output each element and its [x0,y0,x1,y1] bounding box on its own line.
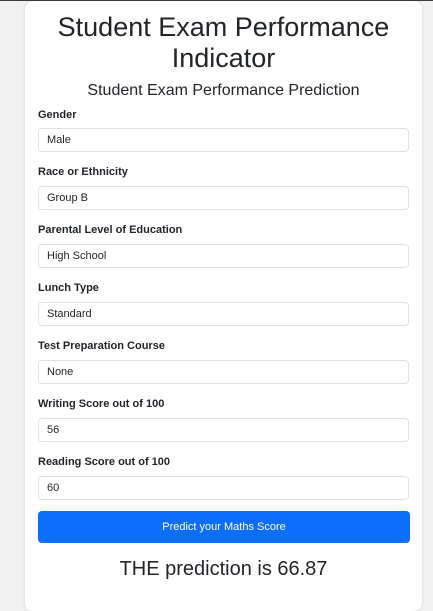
page-title: Student Exam Performance Indicator [25,12,422,74]
race-ethnicity-label: Race or Ethnicity [38,166,128,178]
lunch-type-select[interactable]: Standard [38,302,409,326]
writing-score-input[interactable]: 56 [38,418,409,442]
page-title-line-1: Student Exam Performance [57,12,390,42]
form-subtitle: Student Exam Performance Prediction [87,82,360,99]
reading-score-label: Reading Score out of 100 [38,456,171,468]
parental-education-label: Parental Level of Education [38,224,183,236]
reading-score-input[interactable]: 60 [38,476,409,500]
prediction-result: THE prediction is 66.87 [119,558,328,580]
parental-education-select[interactable]: High School [38,244,409,268]
writing-score-label: Writing Score out of 100 [38,398,165,410]
page-title-line-2: Indicator [171,43,276,73]
prediction-form-card: Student Exam Performance Indicator Stude… [25,1,422,611]
lunch-type-label: Lunch Type [38,282,99,294]
test-preparation-select[interactable]: None [38,360,409,384]
predict-button[interactable]: Predict your Maths Score [38,511,410,543]
gender-select[interactable]: Male [38,128,409,152]
test-preparation-label: Test Preparation Course [38,340,165,352]
gender-label: Gender [38,109,77,121]
race-ethnicity-select[interactable]: Group B [38,186,409,210]
